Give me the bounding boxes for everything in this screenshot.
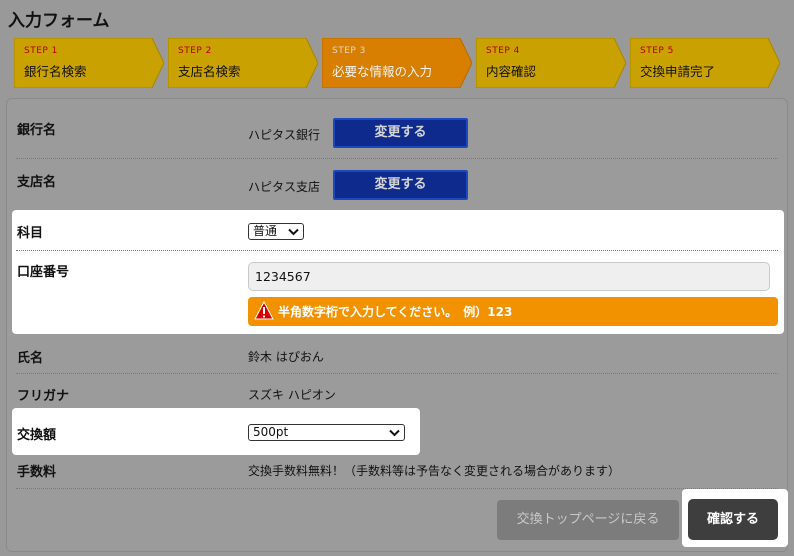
- change-bank-button[interactable]: 変更する: [333, 118, 468, 148]
- chevron-down-icon: [389, 429, 400, 437]
- divider: [16, 488, 778, 489]
- branch-label: 支店名: [17, 175, 57, 190]
- warning-text: 半角数字桁で入力してください。 例）123: [278, 305, 513, 319]
- amount-select[interactable]: 500pt: [248, 424, 405, 441]
- step-3-number: STEP 3: [332, 46, 366, 56]
- name-label: 氏名: [17, 351, 44, 366]
- divider: [16, 250, 778, 251]
- account-number-warning: 半角数字桁で入力してください。 例）123: [248, 297, 778, 326]
- step-5-label: 交換申請完了: [640, 64, 716, 79]
- warning-triangle-icon: [254, 301, 274, 320]
- bank-label: 銀行名: [17, 123, 57, 138]
- step-1-number: STEP 1: [24, 46, 58, 56]
- amount-selected: 500pt: [253, 425, 289, 439]
- step-progress: STEP 1 銀行名検索 STEP 2 支店名検索 STEP 3 必要な情報の入…: [14, 38, 794, 88]
- fee-label: 手数料: [17, 465, 57, 480]
- step-4-label: 内容確認: [486, 64, 537, 79]
- step-3: STEP 3 必要な情報の入力: [322, 38, 472, 88]
- kana-value: スズキ ハピオン: [248, 388, 336, 402]
- page-title: 入力フォーム: [8, 11, 110, 31]
- chevron-down-icon: [288, 228, 299, 236]
- kana-label: フリガナ: [17, 389, 70, 404]
- fee-value: 交換手数料無料！（手数料等は予告なく変更される場合があります）: [248, 464, 621, 478]
- step-2-label: 支店名検索: [178, 64, 241, 79]
- divider: [16, 158, 778, 159]
- amount-label: 交換額: [17, 428, 57, 443]
- step-1: STEP 1 銀行名検索: [14, 38, 164, 88]
- step-4: STEP 4 内容確認: [476, 38, 626, 88]
- account-number-input[interactable]: 1234567: [248, 262, 770, 291]
- step-2: STEP 2 支店名検索: [168, 38, 318, 88]
- step-4-number: STEP 4: [486, 46, 520, 56]
- change-branch-button[interactable]: 変更する: [333, 170, 468, 200]
- account-number-label: 口座番号: [17, 265, 70, 280]
- step-5-number: STEP 5: [640, 46, 674, 56]
- bank-value: ハピタス銀行: [248, 128, 321, 142]
- account-type-select[interactable]: 普通: [248, 223, 304, 240]
- step-5: STEP 5 交換申請完了: [630, 38, 780, 88]
- back-to-top-button[interactable]: 交換トップページに戻る: [497, 500, 679, 540]
- branch-value: ハピタス支店: [248, 180, 321, 194]
- step-2-number: STEP 2: [178, 46, 212, 56]
- account-type-selected: 普通: [253, 224, 278, 238]
- divider: [16, 373, 778, 374]
- confirm-button[interactable]: 確認する: [688, 499, 778, 540]
- account-type-label: 科目: [17, 226, 44, 241]
- step-3-label: 必要な情報の入力: [332, 64, 433, 79]
- step-1-label: 銀行名検索: [24, 64, 87, 79]
- name-value: 鈴木 はぴおん: [248, 350, 324, 364]
